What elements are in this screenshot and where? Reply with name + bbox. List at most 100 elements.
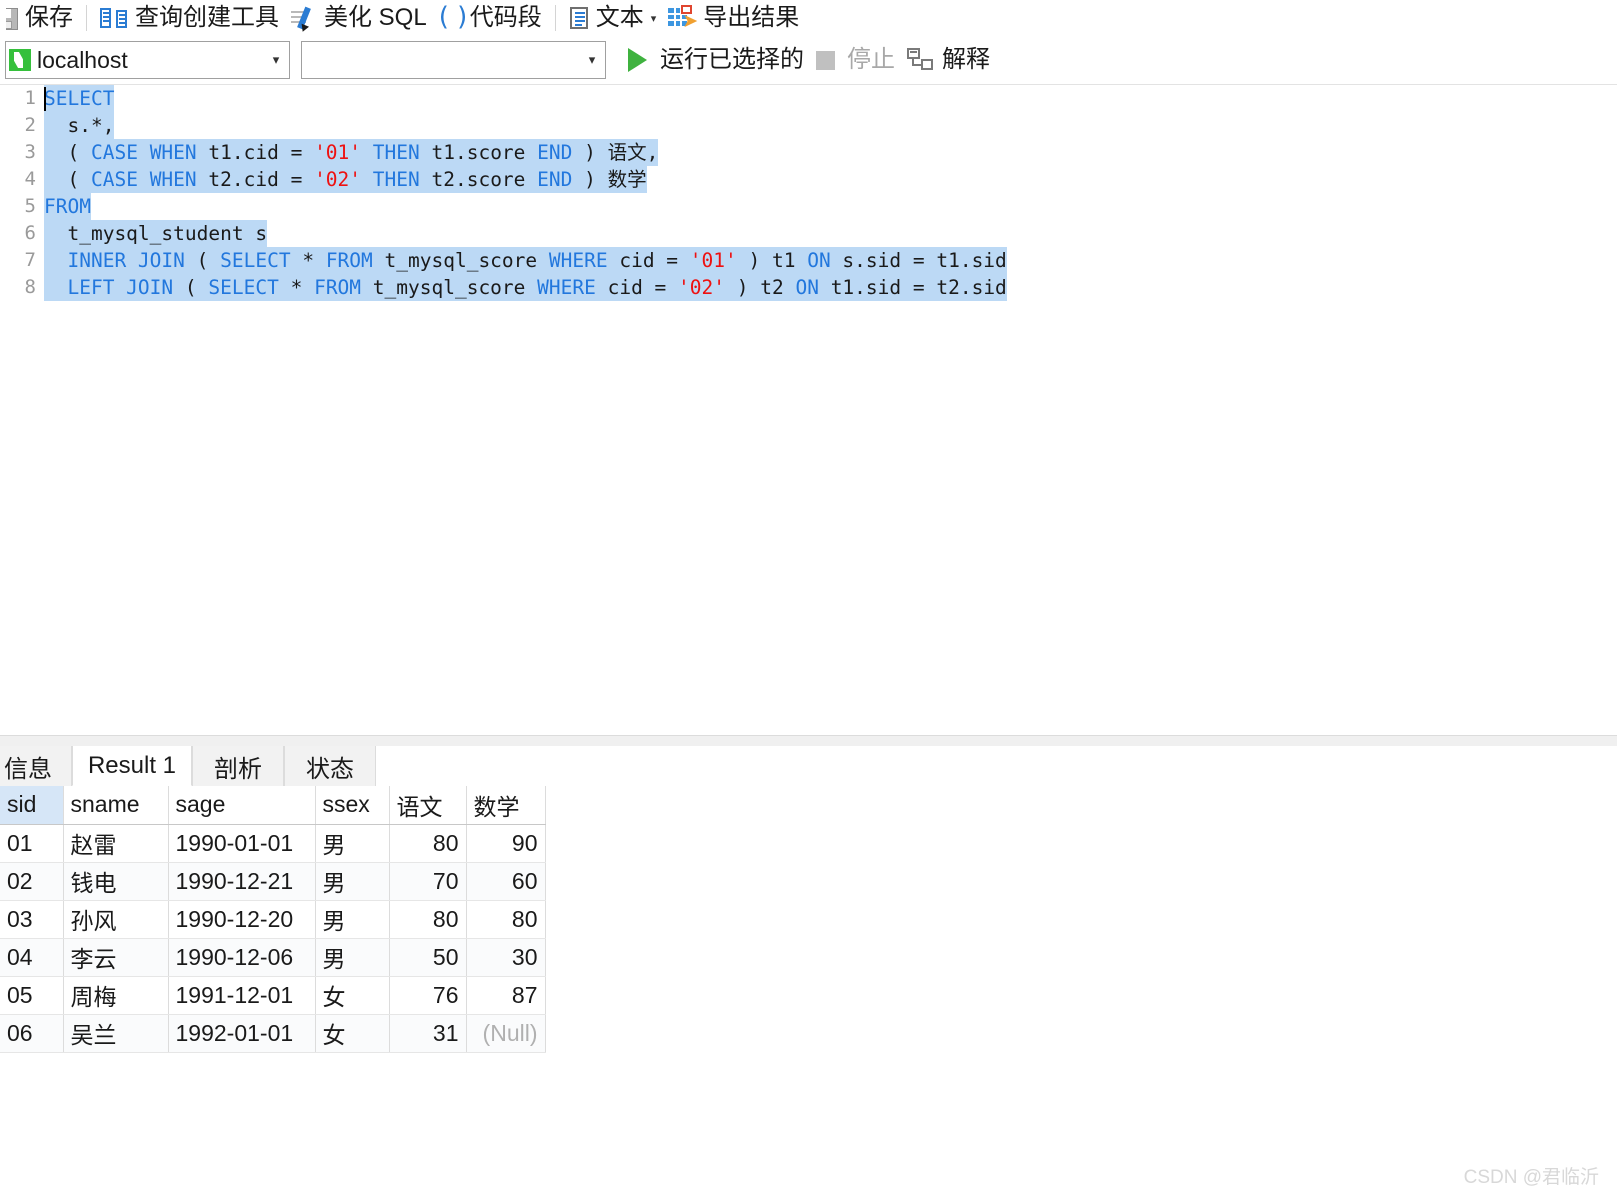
code-line[interactable]: ( CASE WHEN t1.cid = '01' THEN t1.score … bbox=[44, 139, 1617, 166]
cell-sage[interactable]: 1990-01-01 bbox=[168, 824, 316, 863]
cell-语文[interactable]: 50 bbox=[389, 938, 467, 977]
column-header-1[interactable]: sid bbox=[0, 786, 64, 825]
connection-toolbar: localhost ▾ ▾ 运行已选择的 停止 解释 bbox=[0, 36, 1617, 84]
column-header-6[interactable]: 数学 bbox=[466, 786, 546, 825]
cell-sage[interactable]: 1991-12-01 bbox=[168, 976, 316, 1015]
code-line[interactable]: ( CASE WHEN t2.cid = '02' THEN t2.score … bbox=[44, 166, 1617, 193]
code-token: t1.score bbox=[419, 141, 538, 164]
code-token: cid = bbox=[595, 276, 679, 299]
cell-sname[interactable]: 孙风 bbox=[63, 900, 169, 939]
code-line[interactable]: s.*, bbox=[44, 112, 1617, 139]
code-token: * bbox=[278, 276, 315, 299]
result-grid-wrapper[interactable]: sid sname sage ssex 语文 数学 01 赵雷 1990-01-01 男 80 90… bbox=[0, 786, 1617, 1201]
cell-语文[interactable]: 70 bbox=[389, 862, 467, 901]
beautify-sql-button[interactable]: 美化 SQL bbox=[285, 1, 433, 35]
cell-ssex[interactable]: 男 bbox=[315, 900, 390, 939]
tab-status[interactable]: 状态 bbox=[284, 746, 376, 786]
cell-sid[interactable]: 03 bbox=[0, 900, 64, 939]
table-row[interactable]: 01 赵雷 1990-01-01 男 80 90 bbox=[0, 824, 546, 863]
cell-sname[interactable]: 钱电 bbox=[63, 862, 169, 901]
cell-sage[interactable]: 1992-01-01 bbox=[168, 1014, 316, 1053]
column-header-4[interactable]: ssex bbox=[315, 786, 390, 825]
cell-ssex[interactable]: 女 bbox=[315, 1014, 390, 1053]
sql-editor[interactable]: 1 2 3 4 5 6 7 8 SELECT s.*, ( CASE WHEN t1.cid … bbox=[0, 84, 1617, 736]
code-line[interactable]: LEFT JOIN ( SELECT * FROM t_mysql_score … bbox=[44, 274, 1617, 301]
code-token: ON bbox=[795, 276, 819, 299]
database-select[interactable]: ▾ bbox=[301, 41, 606, 79]
code-token: '02' bbox=[678, 276, 726, 299]
connection-select[interactable]: localhost ▾ bbox=[5, 41, 290, 79]
selected-text: s.*, bbox=[44, 112, 115, 139]
cell-数学[interactable]: 60 bbox=[466, 862, 546, 901]
tab-result-1[interactable]: Result 1 bbox=[72, 746, 192, 786]
line-number: 7 bbox=[24, 249, 36, 271]
code-line[interactable]: t_mysql_student s bbox=[44, 220, 1617, 247]
cell-sid[interactable]: 04 bbox=[0, 938, 64, 977]
explain-label: 解释 bbox=[942, 46, 990, 73]
run-selected-button[interactable]: 运行已选择的 bbox=[622, 43, 810, 77]
cell-sname[interactable]: 赵雷 bbox=[63, 824, 169, 863]
tab-status-label: 状态 bbox=[306, 755, 354, 783]
query-builder-button[interactable]: 查询创建工具 bbox=[94, 1, 285, 35]
table-row[interactable]: 02 钱电 1990-12-21 男 70 60 bbox=[0, 862, 546, 901]
cell-数学[interactable]: 30 bbox=[466, 938, 546, 977]
cell-sid[interactable]: 02 bbox=[0, 862, 64, 901]
explain-button[interactable]: 解释 bbox=[901, 43, 996, 77]
result-grid-body[interactable]: 01 赵雷 1990-01-01 男 80 90 02 钱电 1990-12-21 男 70 60 03… bbox=[0, 824, 546, 1053]
cell-sname[interactable]: 李云 bbox=[63, 938, 169, 977]
cell-数学[interactable]: (Null) bbox=[466, 1014, 546, 1053]
table-row[interactable]: 03 孙风 1990-12-20 男 80 80 bbox=[0, 900, 546, 939]
code-area[interactable]: SELECT s.*, ( CASE WHEN t1.cid = '01' TH… bbox=[44, 85, 1617, 736]
cell-sname[interactable]: 吴兰 bbox=[63, 1014, 169, 1053]
code-line[interactable]: FROM bbox=[44, 193, 1617, 220]
table-row[interactable]: 06 吴兰 1992-01-01 女 31 (Null) bbox=[0, 1014, 546, 1053]
line-number-gutter: 1 2 3 4 5 6 7 8 bbox=[0, 85, 44, 736]
code-token: WHERE bbox=[548, 249, 608, 272]
cell-sage[interactable]: 1990-12-21 bbox=[168, 862, 316, 901]
cell-sage[interactable]: 1990-12-06 bbox=[168, 938, 316, 977]
result-grid[interactable]: sid sname sage ssex 语文 数学 01 赵雷 1990-01-01 男 80 90… bbox=[0, 786, 546, 1053]
tab-profile[interactable]: 剖析 bbox=[192, 746, 284, 786]
cell-数学[interactable]: 80 bbox=[466, 900, 546, 939]
code-snippet-button[interactable]: ( ) 代码段 bbox=[433, 1, 548, 35]
code-token: t2.score bbox=[419, 168, 538, 191]
text-format-button[interactable]: 文本 ▾ bbox=[563, 1, 663, 35]
code-token: WHEN bbox=[149, 141, 197, 164]
column-header-3[interactable]: sage bbox=[168, 786, 316, 825]
table-row[interactable]: 04 李云 1990-12-06 男 50 30 bbox=[0, 938, 546, 977]
cell-语文[interactable]: 31 bbox=[389, 1014, 467, 1053]
cell-sid[interactable]: 05 bbox=[0, 976, 64, 1015]
cell-数学[interactable]: 90 bbox=[466, 824, 546, 863]
cell-ssex[interactable]: 男 bbox=[315, 824, 390, 863]
code-line[interactable]: INNER JOIN ( SELECT * FROM t_mysql_score… bbox=[44, 247, 1617, 274]
chevron-down-icon[interactable]: ▾ bbox=[651, 12, 657, 25]
code-line[interactable]: SELECT bbox=[44, 85, 1617, 112]
cell-语文[interactable]: 80 bbox=[389, 900, 467, 939]
column-header-5[interactable]: 语文 bbox=[389, 786, 467, 825]
code-token: ( bbox=[184, 249, 221, 272]
result-tabbar: 信息 Result 1 剖析 状态 bbox=[0, 746, 1617, 787]
chevron-down-icon[interactable]: ▾ bbox=[263, 52, 289, 68]
cell-sage[interactable]: 1990-12-20 bbox=[168, 900, 316, 939]
chevron-down-icon[interactable]: ▾ bbox=[579, 52, 605, 68]
cell-ssex[interactable]: 男 bbox=[315, 938, 390, 977]
export-result-button[interactable]: ➤ 导出结果 bbox=[662, 1, 805, 35]
table-row[interactable]: 05 周梅 1991-12-01 女 76 87 bbox=[0, 976, 546, 1015]
tab-info[interactable]: 信息 bbox=[0, 746, 72, 786]
cell-ssex[interactable]: 女 bbox=[315, 976, 390, 1015]
result-panel: 信息 Result 1 剖析 状态 sid sname sage ssex 语文 数学 0… bbox=[0, 735, 1617, 1201]
column-header-2[interactable]: sname bbox=[63, 786, 169, 825]
cell-sid[interactable]: 01 bbox=[0, 824, 64, 863]
cell-数学[interactable]: 87 bbox=[466, 976, 546, 1015]
cell-sid[interactable]: 06 bbox=[0, 1014, 64, 1053]
code-token: THEN bbox=[372, 141, 420, 164]
query-builder-icon bbox=[100, 6, 130, 30]
save-button[interactable]: 保存 bbox=[0, 1, 79, 35]
stop-button[interactable]: 停止 bbox=[810, 43, 901, 77]
cell-语文[interactable]: 80 bbox=[389, 824, 467, 863]
beautify-sql-icon bbox=[291, 6, 319, 34]
cell-sname[interactable]: 周梅 bbox=[63, 976, 169, 1015]
cell-ssex[interactable]: 男 bbox=[315, 862, 390, 901]
cell-语文[interactable]: 76 bbox=[389, 976, 467, 1015]
